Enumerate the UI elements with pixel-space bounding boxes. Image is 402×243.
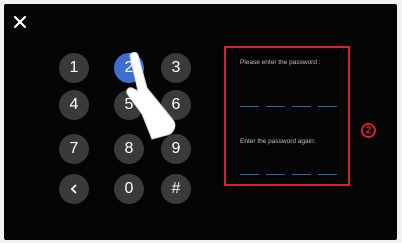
key-6[interactable]: 6 [161, 90, 191, 120]
password-slot [266, 174, 285, 175]
password-slot [318, 106, 337, 107]
key-4[interactable]: 4 [59, 90, 89, 120]
key-5[interactable]: 5 [114, 90, 144, 120]
password-screen: 1 2 3 4 5 6 7 8 9 0 # Please enter the p… [4, 4, 397, 240]
close-icon [13, 15, 27, 29]
password-slot [292, 106, 311, 107]
chevron-left-icon [70, 184, 77, 194]
password-panel: Please enter the password : Enter the pa… [224, 46, 350, 186]
key-7[interactable]: 7 [59, 134, 89, 164]
key-8[interactable]: 8 [114, 134, 144, 164]
key-9[interactable]: 9 [161, 134, 191, 164]
enter-password-label: Please enter the password : [240, 59, 321, 66]
numeric-keypad: 1 2 3 4 5 6 7 8 9 0 # [59, 53, 199, 204]
key-3[interactable]: 3 [161, 53, 191, 83]
key-0[interactable]: 0 [114, 174, 144, 204]
password-input[interactable] [240, 106, 338, 108]
close-button[interactable] [12, 14, 28, 30]
password-slot [266, 106, 285, 107]
step-number-badge: 2 [361, 123, 376, 138]
confirm-password-label: Enter the password again: [240, 138, 316, 145]
password-slot [318, 174, 337, 175]
key-1[interactable]: 1 [59, 53, 89, 83]
key-back[interactable] [59, 174, 89, 204]
password-slot [240, 174, 259, 175]
confirm-password-input[interactable] [240, 174, 338, 176]
password-slot [240, 106, 259, 107]
key-2[interactable]: 2 [114, 53, 144, 83]
password-slot [292, 174, 311, 175]
key-hash[interactable]: # [161, 174, 191, 204]
